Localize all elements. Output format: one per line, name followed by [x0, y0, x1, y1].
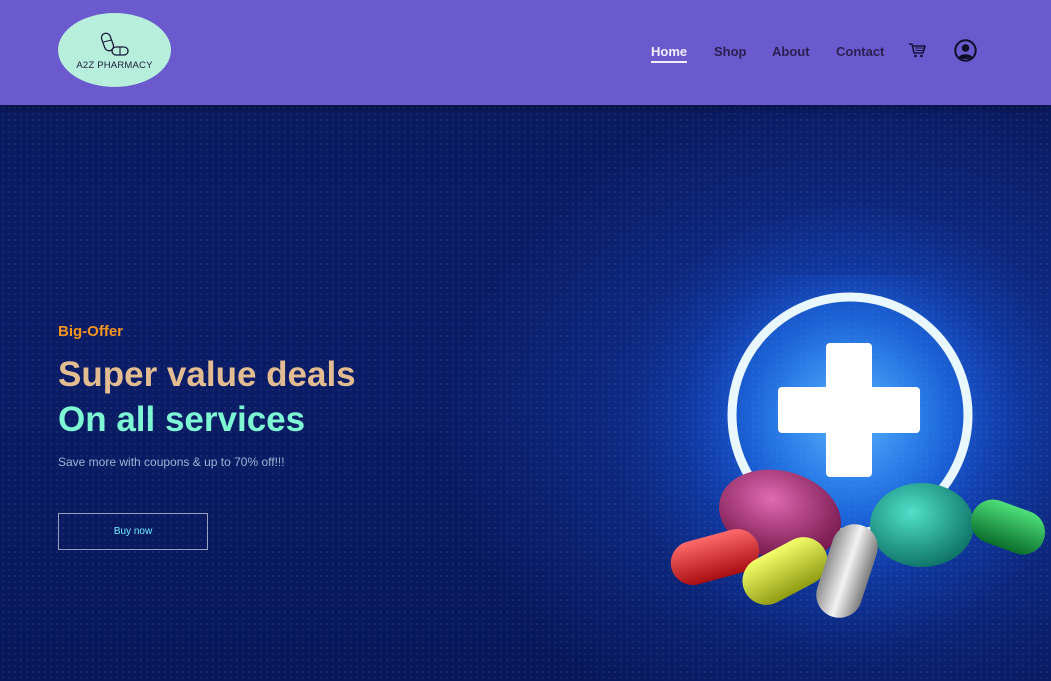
hero-section: Big-Offer Super value deals On all servi…: [0, 105, 1051, 681]
buy-now-button[interactable]: Buy now: [58, 513, 208, 550]
offer-tag: Big-Offer: [58, 323, 123, 340]
main-nav: Home Shop About Contact: [0, 44, 1051, 64]
cart-icon[interactable]: [908, 42, 926, 58]
medical-cross-pills-illustration: [670, 275, 1046, 618]
user-circle-icon[interactable]: [954, 39, 977, 62]
nav-home-link[interactable]: Home: [651, 44, 688, 63]
hero-heading-line2: On all services: [58, 400, 306, 439]
hero-subtitle: Save more with coupons & up to 70% off!!…: [58, 455, 285, 469]
hero-heading-line1: Super value deals: [58, 355, 356, 394]
nav-shop-link[interactable]: Shop: [714, 44, 747, 59]
nav-about-link[interactable]: About: [772, 44, 810, 59]
nav-contact-link[interactable]: Contact: [836, 44, 884, 59]
site-header: A2Z PHARMACY Home Shop About Contact: [0, 0, 1051, 105]
